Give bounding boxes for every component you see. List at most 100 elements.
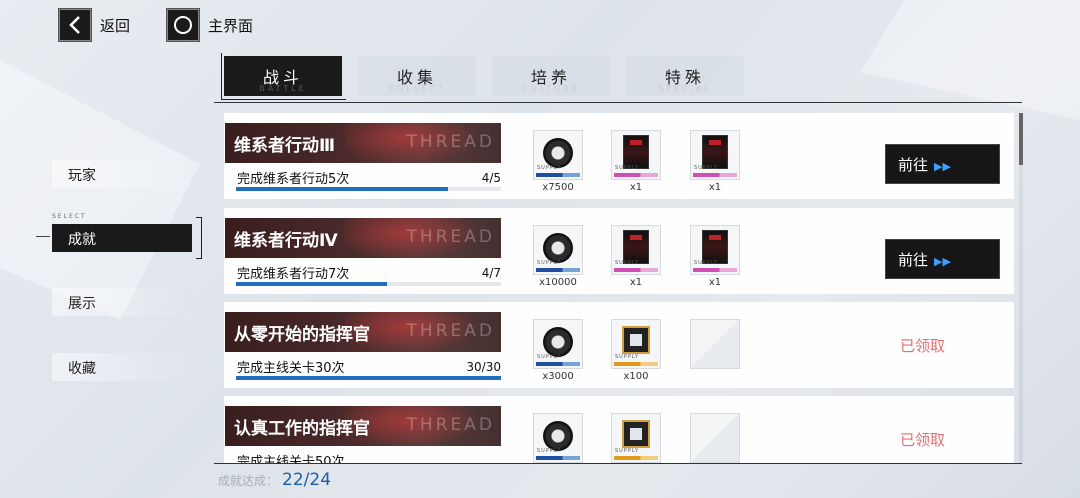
book-icon xyxy=(702,135,728,169)
summary-label: 成就达成： xyxy=(218,474,279,488)
chip-icon xyxy=(622,420,650,448)
progress-text: 30/30 xyxy=(466,360,501,374)
summary-value: 22/24 xyxy=(282,470,332,490)
tab-sublabel: SPECIAL xyxy=(658,84,712,93)
scrollbar-thumb[interactable] xyxy=(1019,113,1023,165)
achievement-title: 认真工作的指挥官 xyxy=(234,419,370,439)
empty-reward-slot xyxy=(690,413,740,463)
claimed-status: 已领取 xyxy=(900,431,946,449)
selection-marker xyxy=(36,236,50,237)
reward-item[interactable]: SUPPLY x1 xyxy=(690,225,740,288)
task-description: 完成维系者行动5次 xyxy=(237,172,350,187)
sidebar-item-label: 收藏 xyxy=(68,361,96,377)
home-label: 主界面 xyxy=(208,16,254,35)
reward-count: x3000 xyxy=(542,371,574,382)
task-description: 完成主线关卡50次 xyxy=(237,455,345,463)
book-icon xyxy=(702,230,728,264)
fast-forward-icon: ▶▶ xyxy=(934,255,951,268)
home-circle-icon xyxy=(166,8,201,42)
reward-item[interactable]: SUPPLY x7500 xyxy=(533,130,583,193)
reward-item[interactable]: SUPPLY x3000 xyxy=(533,319,583,382)
nut-icon xyxy=(543,327,573,357)
nut-icon xyxy=(543,233,573,263)
achievement-row: 维系者行动Ⅲ THREAD 完成维系者行动5次 4/5 SUPPLY x7500… xyxy=(224,113,1014,199)
nut-icon xyxy=(543,138,573,168)
chevron-left-icon xyxy=(58,8,92,42)
tab-battle[interactable]: 战斗 BATTLE xyxy=(221,53,346,100)
task-description: 完成主线关卡30次 xyxy=(237,361,345,376)
achievement-title: 维系者行动Ⅳ xyxy=(234,231,338,251)
reward-count: x7500 xyxy=(542,182,574,193)
tab-culture[interactable]: 培养 CULTURE xyxy=(492,56,610,96)
achievement-row: 认真工作的指挥官 THREAD 完成主线关卡50次 SUPPLY SUPPLY … xyxy=(224,396,1014,463)
book-icon xyxy=(623,230,649,264)
banner-watermark: THREAD xyxy=(406,321,495,341)
back-label: 返回 xyxy=(100,16,131,35)
tab-collect[interactable]: 收集 COLLECT xyxy=(358,56,476,96)
go-button[interactable]: 前往 ▶▶ xyxy=(885,239,1000,279)
reward-item[interactable]: SUPPLY x1 xyxy=(611,225,661,288)
progress-text: 4/7 xyxy=(481,266,501,280)
sidebar-item-label: 成就 xyxy=(68,232,96,248)
sidebar-item-collection[interactable]: 收藏 xyxy=(52,353,192,381)
progress-bar xyxy=(236,187,501,191)
banner-watermark: THREAD xyxy=(406,132,495,152)
reward-count: x1 xyxy=(629,277,643,288)
achievement-title: 维系者行动Ⅲ xyxy=(234,136,336,156)
go-button-label: 前往 xyxy=(898,156,929,174)
chip-icon xyxy=(622,326,650,354)
home-button[interactable]: 主界面 xyxy=(166,8,253,42)
sidebar-item-label: 展示 xyxy=(68,296,96,312)
reward-item[interactable]: SUPPLY x10000 xyxy=(533,225,583,288)
empty-reward-slot xyxy=(690,319,740,369)
fast-forward-icon: ▶▶ xyxy=(934,160,951,173)
achievement-banner: 认真工作的指挥官 THREAD xyxy=(225,406,501,446)
go-button-label: 前往 xyxy=(898,251,929,269)
selection-bracket xyxy=(196,217,202,259)
tab-sublabel: COLLECT xyxy=(388,84,446,93)
list-frame-bottom xyxy=(214,463,1022,464)
banner-watermark: THREAD xyxy=(406,227,495,247)
tab-special[interactable]: 特殊 SPECIAL xyxy=(626,56,744,96)
reward-count: x1 xyxy=(708,277,722,288)
background-shard xyxy=(0,60,200,320)
select-caption: SELECT xyxy=(52,213,87,220)
achievement-banner: 从零开始的指挥官 THREAD xyxy=(225,312,501,352)
achievement-summary: 成就达成： 22/24 xyxy=(218,470,331,490)
achievement-list[interactable]: 维系者行动Ⅲ THREAD 完成维系者行动5次 4/5 SUPPLY x7500… xyxy=(224,113,1014,463)
claimed-status: 已领取 xyxy=(900,337,946,355)
list-frame-top xyxy=(214,102,1022,103)
tab-sublabel: BATTLE xyxy=(259,84,307,93)
reward-item[interactable]: SUPPLY x1 xyxy=(690,130,740,193)
reward-count: x1 xyxy=(629,182,643,193)
achievement-banner: 维系者行动Ⅲ THREAD xyxy=(225,123,501,163)
achievement-title: 从零开始的指挥官 xyxy=(234,325,370,345)
reward-item[interactable]: SUPPLY xyxy=(611,413,661,463)
reward-item[interactable]: SUPPLY x1 xyxy=(611,130,661,193)
sidebar-item-display[interactable]: 展示 xyxy=(52,288,192,316)
progress-text: 4/5 xyxy=(481,171,501,185)
banner-watermark: THREAD xyxy=(406,415,495,435)
nut-icon xyxy=(543,421,573,451)
back-button[interactable]: 返回 xyxy=(58,8,130,42)
sidebar-item-label: 玩家 xyxy=(68,168,96,184)
reward-item[interactable]: SUPPLY x100 xyxy=(611,319,661,382)
progress-bar xyxy=(236,376,501,380)
sidebar-item-player[interactable]: 玩家 xyxy=(52,160,192,188)
category-tabs: 战斗 BATTLE 收集 COLLECT 培养 CULTURE 特殊 SPECI… xyxy=(221,53,744,100)
achievement-banner: 维系者行动Ⅳ THREAD xyxy=(225,218,501,258)
achievement-row: 从零开始的指挥官 THREAD 完成主线关卡30次 30/30 SUPPLY x… xyxy=(224,302,1014,388)
top-nav: 返回 主界面 xyxy=(58,8,253,42)
scrollbar-track[interactable] xyxy=(1019,113,1023,463)
reward-count: x100 xyxy=(623,371,649,382)
task-description: 完成维系者行动7次 xyxy=(237,267,350,282)
tab-sublabel: CULTURE xyxy=(522,84,580,93)
progress-bar xyxy=(236,282,501,286)
sidebar-item-achievements[interactable]: 成就 xyxy=(52,224,192,252)
go-button[interactable]: 前往 ▶▶ xyxy=(885,144,1000,184)
book-icon xyxy=(623,135,649,169)
reward-count: x10000 xyxy=(539,277,577,288)
achievement-row: 维系者行动Ⅳ THREAD 完成维系者行动7次 4/7 SUPPLY x1000… xyxy=(224,208,1014,294)
reward-item[interactable]: SUPPLY xyxy=(533,413,583,463)
reward-count: x1 xyxy=(708,182,722,193)
